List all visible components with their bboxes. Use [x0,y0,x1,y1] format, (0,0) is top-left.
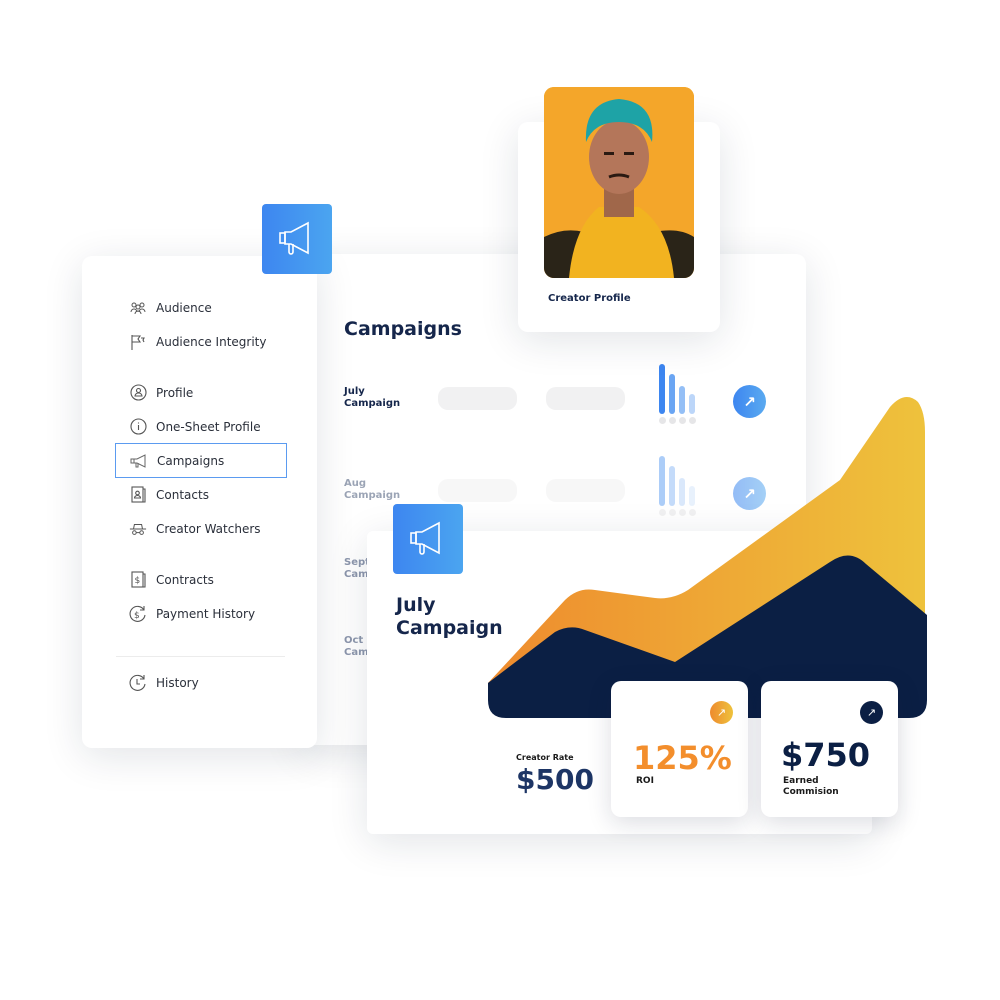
commission-value: $750 [781,736,871,774]
commission-label-line1: Earned [783,776,819,786]
commission-label-line2: Commision [783,787,839,797]
creator-rate-label: Creator Rate [516,753,574,762]
campaign-title-line2: Campaign [396,617,503,639]
trend-up-icon: ↗ [860,701,883,724]
performance-area-chart [488,397,927,718]
creator-rate-value: $500 [516,763,594,796]
creator-rate: Creator Rate $500 [516,753,594,796]
roi-label: ROI [636,776,654,786]
commission-label: Earned Commision [783,776,839,798]
campaign-title-line1: July [396,594,436,616]
megaphone-tile [393,504,463,574]
roi-value: 125% [633,739,732,777]
trend-up-icon: ↗ [710,701,733,724]
roi-card: ↗ 125% ROI [611,681,748,817]
megaphone-icon [410,521,440,555]
commission-card: ↗ $750 Earned Commision [761,681,898,817]
campaign-title: July Campaign [396,594,503,640]
